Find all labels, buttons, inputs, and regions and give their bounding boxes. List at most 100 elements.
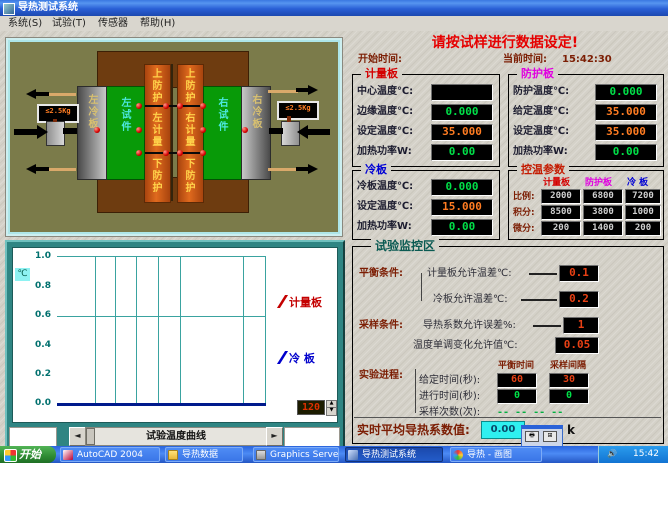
monitor-group-title: 试验监控区 [371,239,439,253]
right-pressure-gauge: ≤2.5Kg [277,101,319,120]
scroll-track[interactable]: 试验温度曲线 [85,427,267,446]
gridline-v [265,256,266,406]
app-icon [3,3,15,15]
set-temp-display: 35.000 [595,124,657,141]
sensor-led [177,103,183,109]
guard-temp-display: 0.000 [595,84,657,101]
chart-plot-area: 1.0 0.8 0.6 0.4 0.2 0.0 ℃ 计量板 [12,247,338,423]
pid-value: 7200 [625,189,661,204]
balance-value1-display: 0.1 [559,265,599,282]
client-area: 上防护 左计量 下防护 上防护 右计量 下防护 左试件 右试件 左冷板 右冷板 [0,31,668,446]
window-titlebar[interactable]: 导热测试系统 [0,0,668,16]
prompt-title: 请按试样进行数据设定! [355,32,655,52]
cold-plate-group: 冷板 冷板温度℃: 0.000 设定温度℃: 15.000 加热功率W: 0.0… [352,170,500,240]
edge-temp-display: 0.000 [431,104,493,121]
printer-icon[interactable]: 🖶 [525,431,539,442]
menu-test[interactable]: 试验(T) [52,16,86,31]
left-specimen-label: 左试件 [118,97,130,133]
field-label: 防护温度℃: [513,85,569,99]
pid-row-label: 比例: [513,190,535,204]
menu-system[interactable]: 系统(S) [8,16,42,31]
elapsed-balance-time: 0 [497,389,537,404]
guard-group-title: 防护板 [517,67,558,81]
sensor-led [200,103,206,109]
start-label: 开始 [19,446,41,463]
scroll-thumb[interactable] [86,428,95,445]
heat-power-display: 0.00 [595,144,657,161]
column-gap-line [171,64,173,201]
left-gauge-stem [53,119,57,122]
scroll-left-arrow[interactable]: ◄ [69,427,86,446]
load-arrow-left [37,125,48,139]
y-tick: 1.0 [25,251,51,261]
current-time-value: 15:42:30 [562,53,612,67]
rod-top-left [46,93,76,96]
sensor-led [242,127,248,133]
desktop: 导热测试系统 系统(S) 试验(T) 传感器 帮助(H) 上防护 左计量 下防护… [0,0,668,509]
bracket-line [415,369,416,413]
paint-icon [453,450,463,460]
gridline-v [158,256,159,406]
panel-blank-left [9,427,57,447]
monitor-icon [256,450,266,460]
menu-sensor[interactable]: 传感器 [98,16,128,31]
start-button[interactable]: 开始 [0,446,56,463]
left-cold-plate-label: 左冷板 [85,94,97,130]
field-label: 冷板温度℃: [357,180,413,194]
gridline-h [57,256,266,257]
center-temp-display [431,84,493,101]
right-column-top-label: 上防护 [182,68,194,104]
connector-dash [529,273,557,275]
pid-value: 2000 [541,189,581,204]
y-tick: 0.2 [25,369,51,379]
window-grid-icon[interactable]: ⊞ [543,431,557,442]
panel-blank-right [284,427,340,447]
balance-value2-display: 0.2 [559,291,599,308]
given-sample-interval: 30 [549,373,589,388]
top-heater-block [97,51,249,88]
sensor-led [136,103,142,109]
taskbar-item-graphics-server[interactable]: Graphics Server [253,447,339,462]
bracket-line [421,273,422,301]
rod-top-right [268,90,298,93]
x-range-spinner-down[interactable]: ▼ [326,407,337,416]
taskbar-item-autocad[interactable]: AutoCAD 2004 [60,447,160,462]
result-display: 0.00 [481,421,525,439]
taskbar-item-folder[interactable]: 导热数据 [165,447,243,462]
taskbar-item-thermal-app[interactable]: 导热测试系统 [345,447,443,462]
field-label: 设定温度℃: [513,125,569,139]
pid-col-cold: 冷 板 [627,176,648,190]
pid-params-group: 控温参数 计量板 防护板 冷 板 比例: 2000 6800 7200 积分: … [508,170,664,240]
speaker-icon[interactable]: 🔊 [607,449,617,459]
window-title: 导热测试系统 [18,0,78,16]
right-specimen-label: 右试件 [215,97,227,133]
baseline-series [57,403,266,406]
elapsed-sample-interval: 0 [549,389,589,404]
progress-label: 实验进程: [359,369,403,383]
menu-help[interactable]: 帮助(H) [140,16,175,31]
rod-bottom-left [46,168,76,171]
arrow-shaft-tr [296,88,310,92]
taskbar-item-paint[interactable]: 导热 - 画图 [450,447,542,462]
current-time-label: 当前时间: [503,53,547,67]
arrow-shaft-bl [35,167,49,171]
app-window-icon [348,450,358,460]
guard-plate-group: 防护板 防护温度℃: 0.000 给定温度℃: 35.000 设定温度℃: 35… [508,74,664,167]
x-range-display: 120 [297,400,325,415]
arrow-shaft-br [296,167,310,171]
monitor-group: 试验监控区 平衡条件: 计量板允许温差℃: 0.1 冷板允许温差℃: 0.2 采… [352,246,664,444]
upper-section-line [141,105,205,107]
scroll-right-arrow[interactable]: ► [266,427,283,446]
pid-value: 1400 [583,221,623,236]
rod-bottom-right [268,168,298,171]
sampling-label: 采样条件: [359,319,403,333]
result-label: 实时平均导热系数值: [357,423,470,437]
y-tick: 0.4 [25,340,51,350]
legend-line-red [277,295,288,308]
cold-group-title: 冷板 [361,163,391,177]
given-balance-time: 60 [497,373,537,388]
field-label: 加热功率W: [513,145,568,159]
balance-item2-label: 冷板允许温差℃: [433,293,508,307]
sensor-led [200,150,206,156]
sensor-led [163,103,169,109]
